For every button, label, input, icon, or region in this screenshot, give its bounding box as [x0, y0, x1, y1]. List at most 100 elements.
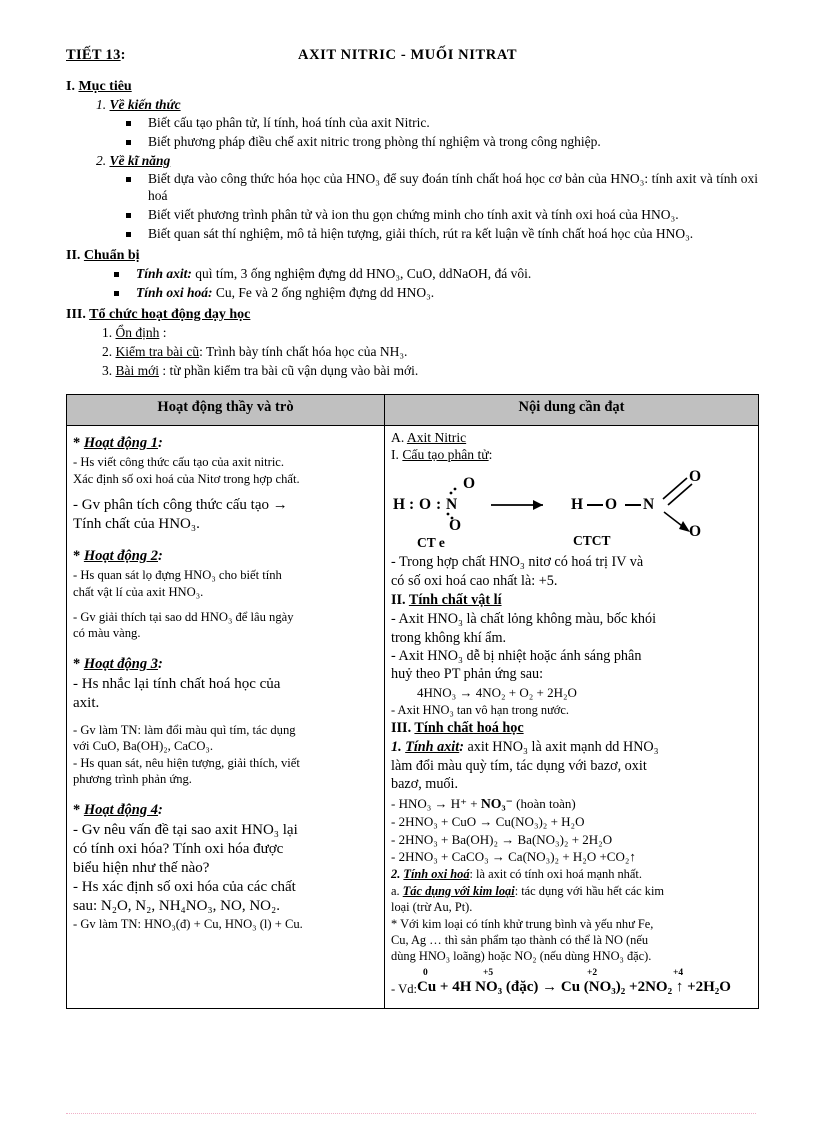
activity-line: có tính oxi hóa? Tính oxi hóa được	[73, 840, 284, 857]
page-title: AXIT NITRIC - MUỐI NITRAT	[298, 47, 518, 63]
section-3-label: Tổ chức hoạt động dạy học	[89, 306, 251, 322]
oxidation-number: +2	[587, 967, 598, 978]
metal-prop-text: : tác dụng với hầu hết các kim	[514, 883, 665, 898]
activity-line: - Hs quan sát lọ đựng HNO₃ cho biết tính	[73, 568, 282, 583]
atom-n-left: N	[446, 496, 458, 514]
part-iii-heading: III. Tính chất hoá học	[391, 720, 753, 737]
activity-line: - Gv làm TN: HNO₃(đ) + Cu, HNO₃ (l) + Cu…	[73, 917, 303, 932]
objective-text: Biết dựa vào công thức hóa học của HNO₃ …	[148, 170, 758, 204]
bond-dots-2: :	[436, 496, 442, 514]
part-ii-label: Tính chất vật lí	[408, 592, 502, 609]
footer-divider	[66, 1113, 756, 1114]
activity-colon: :	[158, 655, 163, 672]
atom-o-top-right: O	[689, 468, 702, 486]
acid-prop-number: 1.	[391, 739, 402, 756]
decomposition-equation: 4HNO₃ → 4NO₂ + O₂ + 2H₂O	[417, 684, 577, 700]
metal-note-line: dùng HNO₃ loãng) hoặc NO₂ (nếu dùng HNO₃…	[391, 949, 652, 964]
lesson-number-colon: :	[120, 47, 126, 63]
lesson-number-text: TIẾT 13	[66, 47, 121, 63]
activity-3-title: * Hoạt động 3:	[73, 656, 379, 673]
activity-line: Tính chất của HNO₃.	[73, 516, 200, 533]
org-item-label: Ổn định	[115, 324, 160, 340]
column-header-activities: Hoạt động thầy và trò	[66, 394, 385, 427]
bond-dots-1: :	[409, 496, 415, 514]
objective-text: Biết quan sát thí nghiệm, mô tả hiện tượ…	[148, 226, 694, 242]
ionization-note: (hoàn toàn)	[512, 795, 576, 811]
list-item: Biết quan sát thí nghiệm, mô tả hiện tượ…	[124, 225, 758, 243]
acid-prop-label: Tính axit	[405, 739, 460, 756]
activity-line: - Gv nêu vấn đề tại sao axit HNO₃ lại	[73, 821, 298, 838]
valence-line-2: có số oxi hoá cao nhất là: +5.	[391, 572, 558, 589]
list-item: Biết phương pháp điều chế axit nitric tr…	[124, 133, 758, 151]
activity-label: Hoạt động 4	[83, 801, 158, 818]
objective-text: Biết phương pháp điều chế axit nitric tr…	[148, 133, 601, 149]
oxi-prop-label: Tính oxi hoá	[403, 867, 470, 882]
activity-colon: :	[158, 548, 163, 565]
activity-line: axit.	[73, 694, 100, 711]
oxi-prop-number: 2.	[391, 867, 401, 882]
acid-property-line-1: 1. Tính axit: axit HNO₃ là axit mạnh dd …	[391, 738, 753, 756]
org-item-text: : Trình bày tính chất hóa học của NH₃.	[199, 343, 408, 359]
part-a-heading: A. Axit Nitric	[391, 430, 753, 446]
section-1-heading: I. Mục tiêu	[66, 79, 758, 95]
document-header: TIẾT 13: AXIT NITRIC - MUỐI NITRAT	[66, 44, 758, 74]
preparation-list: Tính axit: quì tím, 3 ống nghiệm đựng dd…	[112, 265, 758, 302]
lesson-plan-table: Hoạt động thầy và trò Nội dung cần đạt *…	[66, 394, 759, 1009]
list-item: Biết cấu tạo phân tử, lí tính, hoá tính …	[124, 114, 758, 132]
oxidation-number: +4	[673, 967, 684, 978]
part-i-heading: I. Cấu tạo phân tử:	[391, 447, 753, 463]
solubility-line: - Axit HNO₃ tan vô hạn trong nước.	[391, 702, 569, 717]
ionization-left: - HNO₃ → H⁺ +	[391, 795, 481, 811]
reaction-equation: - 2HNO₃ + Ba(OH)₂ → Ba(NO₃)₂ + 2H₂O	[391, 831, 613, 847]
part-i-label: Cấu tạo phân tử	[402, 447, 489, 463]
example-equation-row: - Vd: 0 +5 +2 +4 Cu + 4H NO₃ (đặc) → Cu …	[391, 968, 753, 1002]
metal-note-line: loại (trừ Au, Pt).	[391, 900, 473, 915]
activity-star: *	[73, 801, 81, 818]
physical-line: trong không khí ẩm.	[391, 629, 507, 646]
activity-4-title: * Hoạt động 4:	[73, 802, 379, 819]
physical-line: - Axit HNO₃ dễ bị nhiệt hoặc ánh sáng ph…	[391, 647, 642, 664]
part-ii-heading: II. Tính chất vật lí	[391, 592, 753, 609]
caption-cte: CT e	[417, 535, 445, 551]
nitrate-ion: NO₃⁻	[480, 795, 513, 811]
part-i-prefix: I.	[391, 447, 399, 463]
org-item-number: 3.	[102, 362, 113, 378]
org-item-label: Bài mới	[115, 362, 160, 378]
skills-objective-list: Biết dựa vào công thức hóa học của HNO₃ …	[124, 170, 758, 243]
reaction-equation: - 2HNO₃ + CuO → Cu(NO₃)₂ + H₂O	[391, 813, 585, 829]
activity-label: Hoạt động 3	[83, 655, 158, 672]
prep-lead-oxi: Tính oxi hoá:	[136, 285, 213, 300]
part-iii-prefix: III.	[391, 720, 412, 737]
reaction-equation: - 2HNO₃ + CaCO₃ → Ca(NO₃)₂ + H₂O +CO₂↑	[391, 849, 636, 865]
metal-prop-label: Tác dụng với kim loại	[402, 883, 515, 898]
subsection-1-label: Về kiến thức	[109, 97, 181, 112]
activity-star: *	[73, 548, 81, 565]
cell-activities: * Hoạt động 1: - Hs viết công thức cấu t…	[66, 425, 385, 1009]
atom-o-bottom-right: O	[689, 523, 702, 541]
ionization-equation: - HNO₃ → H⁺ + NO₃⁻ (hoàn toàn)	[391, 794, 753, 813]
atom-h-left: H	[393, 496, 406, 514]
part-a-label: Axit Nitric	[406, 430, 467, 446]
subsection-2-label: Về kĩ năng	[109, 152, 171, 168]
physical-line: - Axit HNO₃ là chất lỏng không màu, bốc …	[391, 611, 657, 628]
list-item: Tính oxi hoá: Cu, Fe và 2 ống nghiệm đựn…	[112, 284, 758, 302]
section-2-number: II.	[66, 247, 81, 263]
section-3-number: III.	[66, 306, 86, 322]
physical-line: huỷ theo PT phản ứng sau:	[391, 666, 544, 683]
table-row: * Hoạt động 1: - Hs viết công thức cấu t…	[66, 425, 759, 1009]
activity-line: phương trình phản ứng.	[73, 772, 192, 787]
prep-text: Cu, Fe và 2 ống nghiệm đựng dd HNO₃.	[212, 284, 435, 300]
part-a-prefix: A.	[391, 430, 405, 446]
column-header-content: Nội dung cần đạt	[384, 394, 759, 427]
subsection-skills-heading: 2. Về kĩ năng	[96, 153, 758, 169]
list-item: Biết viết phương trình phân tử và ion th…	[124, 206, 758, 224]
org-item-3: 3. Bài mới : từ phần kiểm tra bài cũ vận…	[102, 362, 758, 380]
atom-n-right: N	[643, 496, 655, 514]
prep-label: Tính oxi hoá:	[136, 284, 213, 300]
activity-line: - Gv giải thích tại sao dd HNO₃ để lâu n…	[73, 609, 294, 624]
section-3-heading: III. Tổ chức hoạt động dạy học	[66, 307, 758, 323]
